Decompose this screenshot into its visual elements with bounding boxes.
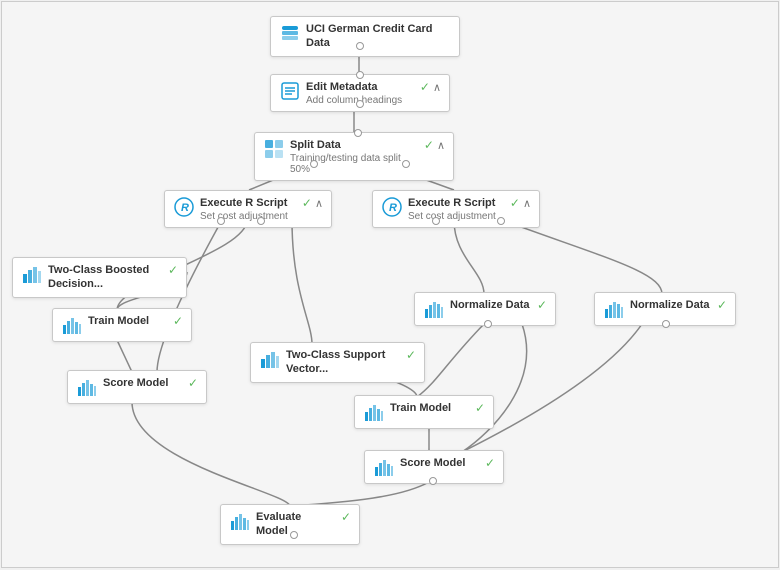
node-two-class-boosted-title: Two-Class Boosted Decision... bbox=[48, 263, 163, 292]
check-icon: ✓ bbox=[475, 401, 485, 415]
database-icon bbox=[279, 22, 301, 44]
r-icon-right: R bbox=[381, 196, 403, 218]
train-right-icon bbox=[363, 401, 385, 423]
node-execute-r-right-subtitle: Set cost adjustment bbox=[408, 211, 505, 222]
node-train-model-left[interactable]: Train Model ✓ bbox=[52, 308, 192, 342]
connector-dot[interactable] bbox=[217, 217, 225, 225]
check-icon: ✓ bbox=[406, 348, 416, 362]
score-right-icon bbox=[373, 456, 395, 478]
node-split-data-title: Split Data bbox=[290, 138, 419, 152]
evaluate-icon bbox=[229, 510, 251, 532]
connector-dot[interactable] bbox=[662, 320, 670, 328]
check-icon: ✓ bbox=[717, 298, 727, 312]
caret-icon[interactable]: ∧ bbox=[437, 139, 445, 152]
caret-icon[interactable]: ∧ bbox=[523, 197, 531, 210]
connector-dot[interactable] bbox=[354, 129, 362, 137]
node-execute-r-left-subtitle: Set cost adjustment bbox=[200, 211, 297, 222]
connector-dot[interactable] bbox=[290, 531, 298, 539]
check-icon: ✓ bbox=[341, 510, 351, 524]
connector-dot[interactable] bbox=[356, 71, 364, 79]
check-icon: ✓ bbox=[302, 196, 312, 210]
normalize-right-icon bbox=[603, 298, 625, 320]
node-uci[interactable]: UCI German Credit Card Data bbox=[270, 16, 460, 57]
node-uci-title: UCI German Credit Card Data bbox=[306, 22, 451, 51]
svg-text:R: R bbox=[181, 202, 189, 214]
connector-dot[interactable] bbox=[432, 217, 440, 225]
svg-text:R: R bbox=[389, 202, 397, 214]
check-icon: ✓ bbox=[424, 138, 434, 152]
connector-dot[interactable] bbox=[356, 100, 364, 108]
connector-dot[interactable] bbox=[402, 160, 410, 168]
split-icon bbox=[263, 138, 285, 160]
node-evaluate-model[interactable]: Evaluate Model ✓ bbox=[220, 504, 360, 545]
node-two-class-svm[interactable]: Two-Class Support Vector... ✓ bbox=[250, 342, 425, 383]
workflow-canvas[interactable]: UCI German Credit Card Data Edit Metadat… bbox=[1, 1, 779, 568]
node-score-model-left-title: Score Model bbox=[103, 376, 183, 390]
node-train-model-right-title: Train Model bbox=[390, 401, 470, 415]
connector-dot[interactable] bbox=[310, 160, 318, 168]
svm-icon bbox=[259, 348, 281, 370]
normalize-left-icon bbox=[423, 298, 445, 320]
connector-dot[interactable] bbox=[497, 217, 505, 225]
node-train-model-left-title: Train Model bbox=[88, 314, 168, 328]
node-normalize-left-title: Normalize Data bbox=[450, 298, 532, 312]
check-icon: ✓ bbox=[168, 263, 178, 277]
connector-dot[interactable] bbox=[257, 217, 265, 225]
node-split-data[interactable]: Split Data Training/testing data split 5… bbox=[254, 132, 454, 181]
node-train-model-right[interactable]: Train Model ✓ bbox=[354, 395, 494, 429]
check-icon: ✓ bbox=[188, 376, 198, 390]
check-icon: ✓ bbox=[510, 196, 520, 210]
connector-dot[interactable] bbox=[356, 42, 364, 50]
check-icon: ✓ bbox=[420, 80, 430, 94]
caret-icon[interactable]: ∧ bbox=[315, 197, 323, 210]
node-execute-r-right-title: Execute R Script bbox=[408, 196, 505, 210]
caret-icon[interactable]: ∧ bbox=[433, 81, 441, 94]
boosted-icon bbox=[21, 263, 43, 285]
r-icon-left: R bbox=[173, 196, 195, 218]
node-score-model-left[interactable]: Score Model ✓ bbox=[67, 370, 207, 404]
node-execute-r-right[interactable]: R Execute R Script Set cost adjustment ✓… bbox=[372, 190, 540, 228]
connector-dot[interactable] bbox=[429, 477, 437, 485]
node-execute-r-left[interactable]: R Execute R Script Set cost adjustment ✓… bbox=[164, 190, 332, 228]
connector-dot[interactable] bbox=[484, 320, 492, 328]
node-two-class-svm-title: Two-Class Support Vector... bbox=[286, 348, 401, 377]
score-left-icon bbox=[76, 376, 98, 398]
node-edit-metadata-title: Edit Metadata bbox=[306, 80, 415, 94]
check-icon: ✓ bbox=[485, 456, 495, 470]
check-icon: ✓ bbox=[537, 298, 547, 312]
node-two-class-boosted[interactable]: Two-Class Boosted Decision... ✓ bbox=[12, 257, 187, 298]
train-left-icon bbox=[61, 314, 83, 336]
node-score-model-right-title: Score Model bbox=[400, 456, 480, 470]
metadata-icon bbox=[279, 80, 301, 102]
check-icon: ✓ bbox=[173, 314, 183, 328]
node-execute-r-left-title: Execute R Script bbox=[200, 196, 297, 210]
node-normalize-right-title: Normalize Data bbox=[630, 298, 712, 312]
